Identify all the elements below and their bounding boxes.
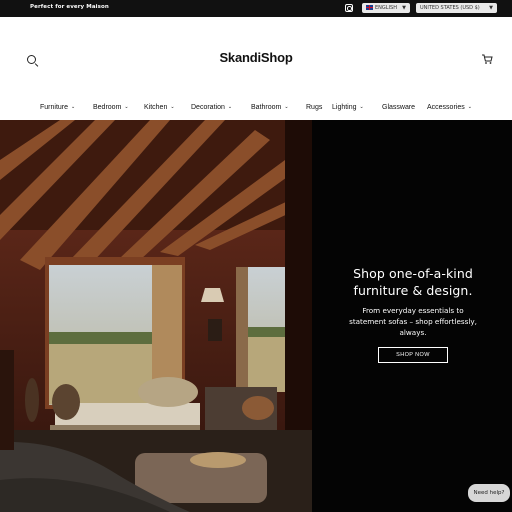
chevron-down-icon: ⌄ xyxy=(467,104,472,110)
hero-banner: Shop one-of-a-kind furniture & design. F… xyxy=(0,120,512,512)
nav-item-glassware[interactable]: Glassware xyxy=(382,104,415,111)
hero-interior-image xyxy=(0,120,312,512)
nav-item-lighting[interactable]: Lighting ⌄ xyxy=(332,104,364,111)
nav-item-label: Glassware xyxy=(382,104,416,111)
need-help-button[interactable]: Need help? xyxy=(468,484,510,502)
nav-item-rugs[interactable]: Rugs xyxy=(306,104,322,111)
nav-item-accessories[interactable]: Accessories ⌄ xyxy=(427,104,472,111)
promo-text: Perfect for every Maison xyxy=(30,4,109,10)
hero-title-line: furniture & design. xyxy=(353,283,473,298)
hero-subtitle: From everyday essentials to statement so… xyxy=(328,305,498,338)
announcement-bar: Perfect for every Maison ENGLISH ▼ UNITE… xyxy=(0,0,512,17)
main-navigation: Furniture ⌄ Bedroom ⌄ Kitchen ⌄ Decoration ⌄… xyxy=(0,102,512,120)
nav-item-furniture[interactable]: Furniture ⌄ xyxy=(40,104,75,111)
hero-title: Shop one-of-a-kind furniture & design. xyxy=(328,265,498,299)
nav-item-label: Kitchen xyxy=(144,104,168,111)
chevron-down-icon: ⌄ xyxy=(124,104,129,110)
site-header: SkandiShop xyxy=(0,17,512,102)
chevron-down-icon: ▼ xyxy=(489,5,493,11)
chevron-down-icon: ⌄ xyxy=(284,104,289,110)
nav-item-label: Furniture xyxy=(40,104,69,111)
country-label: UNITED STATES (USD $) xyxy=(420,5,480,11)
nav-item-kitchen[interactable]: Kitchen ⌄ xyxy=(144,104,175,111)
hero-subtitle-line: always. xyxy=(399,328,427,337)
hero-text-block: Shop one-of-a-kind furniture & design. F… xyxy=(328,265,498,363)
hero-title-line: Shop one-of-a-kind xyxy=(353,266,473,281)
hero-subtitle-line: statement sofas – shop effortlessly, xyxy=(349,317,477,326)
chevron-down-icon: ⌄ xyxy=(227,104,233,110)
shop-now-button[interactable]: SHOP NOW xyxy=(378,347,448,363)
nav-item-label: Accessories xyxy=(427,104,465,111)
uk-flag-icon xyxy=(366,4,373,10)
nav-item-label: Bathroom xyxy=(251,104,282,111)
nav-item-label: Decoration xyxy=(191,104,225,111)
chevron-down-icon: ⌄ xyxy=(71,104,76,110)
chevron-down-icon: ⌄ xyxy=(359,104,364,110)
instagram-icon[interactable] xyxy=(345,4,353,12)
country-selector[interactable]: UNITED STATES (USD $) ▼ xyxy=(416,3,497,13)
hero-subtitle-line: From everyday essentials to xyxy=(362,306,464,315)
nav-item-label: Bedroom xyxy=(93,104,122,111)
site-logo[interactable]: SkandiShop xyxy=(0,50,512,65)
chevron-down-icon: ▼ xyxy=(402,5,406,11)
chevron-down-icon: ⌄ xyxy=(170,104,175,110)
nav-item-label: Rugs xyxy=(306,104,323,111)
nav-item-label: Lighting xyxy=(332,104,357,111)
nav-item-bathroom[interactable]: Bathroom ⌄ xyxy=(251,104,289,111)
cart-icon[interactable] xyxy=(481,53,493,65)
nav-item-bedroom[interactable]: Bedroom ⌄ xyxy=(93,104,129,111)
language-label: ENGLISH xyxy=(375,5,397,11)
language-selector[interactable]: ENGLISH ▼ xyxy=(362,3,410,13)
nav-item-decoration[interactable]: Decoration ⌄ xyxy=(191,104,232,111)
